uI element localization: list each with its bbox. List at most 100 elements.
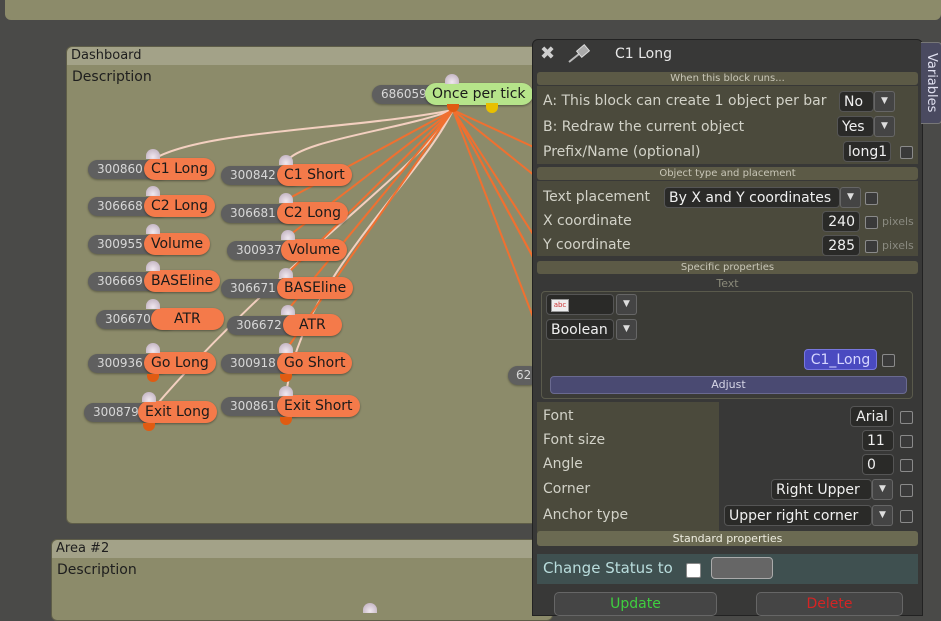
specific-properties-header: Specific properties bbox=[537, 261, 918, 274]
option-a-select[interactable]: No bbox=[839, 91, 874, 112]
font-input[interactable]: Arial bbox=[850, 406, 894, 427]
angle-checkbox[interactable] bbox=[900, 459, 913, 472]
block-name: Exit Short bbox=[277, 395, 360, 417]
when-runs-header: When this block runs... bbox=[537, 72, 918, 85]
x-coordinate-label: X coordinate bbox=[543, 213, 632, 229]
block-baseline-left[interactable]: 306669 BASEline bbox=[88, 270, 228, 292]
object-type-header: Object type and placement bbox=[537, 167, 918, 180]
block-name: C2 Long bbox=[144, 195, 216, 217]
block-c2-long-left[interactable]: 306668 C2 Long bbox=[88, 195, 228, 217]
anchor-select[interactable]: Upper right corner bbox=[724, 505, 872, 526]
y-coordinate-label: Y coordinate bbox=[543, 237, 631, 253]
angle-input[interactable]: 0 bbox=[862, 454, 894, 475]
anchor-checkbox[interactable] bbox=[900, 510, 913, 523]
block-c1-long-left[interactable]: 300860 C1 Long bbox=[88, 158, 228, 180]
panel-titlebar[interactable]: ✖ C1 Long bbox=[533, 40, 922, 66]
block-volume-right[interactable]: 300937 Volume bbox=[227, 239, 367, 261]
update-button[interactable]: Update bbox=[554, 592, 717, 616]
y-coordinate-row: Y coordinate 285 pixels bbox=[537, 234, 918, 258]
y-coordinate-unit: pixels bbox=[882, 239, 914, 252]
input-knob bbox=[279, 386, 293, 396]
corner-label: Corner bbox=[543, 481, 591, 497]
corner-select[interactable]: Right Upper bbox=[771, 479, 872, 500]
y-coordinate-input[interactable]: 285 bbox=[822, 235, 860, 256]
x-coordinate-unit: pixels bbox=[882, 215, 914, 228]
input-knob bbox=[279, 343, 293, 353]
variable-chip[interactable]: C1_Long bbox=[804, 349, 877, 370]
block-c1-short-right[interactable]: 300842 C1 Short bbox=[221, 164, 361, 186]
change-status-checkbox[interactable] bbox=[686, 563, 701, 578]
status-color-input[interactable] bbox=[711, 557, 773, 579]
chevron-down-icon[interactable]: ▼ bbox=[616, 294, 637, 315]
area-2-title: Area #2 bbox=[52, 540, 552, 558]
boolean-type-select[interactable]: Boolean bbox=[546, 319, 614, 340]
text-placement-select[interactable]: By X and Y coordinates bbox=[664, 187, 840, 208]
y-coordinate-checkbox[interactable] bbox=[865, 240, 878, 253]
value-type-select[interactable]: abcValue bbox=[546, 294, 614, 334]
pin-icon[interactable] bbox=[567, 44, 593, 64]
block-atr-right[interactable]: 306672 ATR bbox=[227, 314, 357, 336]
input-knob bbox=[445, 74, 459, 84]
option-b-select[interactable]: Yes bbox=[837, 116, 874, 137]
prefix-input[interactable]: long1 bbox=[843, 141, 891, 162]
input-knob bbox=[146, 186, 160, 196]
block-name: Volume bbox=[144, 233, 211, 255]
input-knob bbox=[146, 261, 160, 271]
block-name: Go Short bbox=[277, 352, 353, 374]
block-name: BASEline bbox=[277, 277, 354, 299]
text-placement-label: Text placement bbox=[543, 189, 651, 205]
block-exit-long-left[interactable]: 300879 Exit Long bbox=[84, 401, 224, 423]
input-knob bbox=[281, 230, 295, 240]
block-name: C1 Long bbox=[144, 158, 216, 180]
properties-panel: ✖ C1 Long When this block runs... A: Thi… bbox=[532, 39, 923, 616]
font-size-checkbox[interactable] bbox=[900, 435, 913, 448]
chevron-down-icon[interactable]: ▼ bbox=[874, 116, 895, 137]
area-2: Area #2 Description bbox=[51, 539, 553, 621]
variable-checkbox[interactable] bbox=[882, 354, 895, 367]
block-name: Once per tick bbox=[425, 83, 533, 105]
chevron-down-icon[interactable]: ▼ bbox=[840, 187, 861, 208]
prefix-checkbox[interactable] bbox=[900, 146, 913, 159]
corner-row: Corner Right Upper ▼ bbox=[537, 478, 918, 502]
chevron-down-icon[interactable]: ▼ bbox=[872, 479, 893, 500]
block-exit-short-right[interactable]: 300861 Exit Short bbox=[221, 395, 361, 417]
x-coordinate-checkbox[interactable] bbox=[865, 216, 878, 229]
chevron-down-icon[interactable]: ▼ bbox=[872, 505, 893, 526]
block-name: Go Long bbox=[144, 352, 216, 374]
chevron-down-icon[interactable]: ▼ bbox=[616, 319, 637, 340]
block-baseline-right[interactable]: 306671 BASEline bbox=[221, 277, 361, 299]
input-knob bbox=[281, 305, 295, 315]
block-c2-long-right[interactable]: 306681 C2 Long bbox=[221, 202, 361, 224]
text-sub-header: Text bbox=[716, 277, 739, 290]
anchor-row: Anchor type Upper right corner ▼ bbox=[537, 504, 918, 528]
block-name: BASEline bbox=[144, 270, 221, 292]
block-volume-left[interactable]: 300955 Volume bbox=[88, 233, 228, 255]
block-go-long-left[interactable]: 300936 Go Long bbox=[88, 352, 228, 374]
close-icon[interactable]: ✖ bbox=[540, 40, 555, 68]
prefix-label: Prefix/Name (optional) bbox=[543, 144, 701, 160]
x-coordinate-input[interactable]: 240 bbox=[822, 211, 860, 232]
block-go-short-right[interactable]: 300918 Go Short bbox=[221, 352, 361, 374]
variables-tab[interactable]: Variables bbox=[921, 42, 941, 124]
block-name: C1 Short bbox=[277, 164, 352, 186]
adjust-button[interactable]: Adjust bbox=[550, 376, 907, 394]
delete-button[interactable]: Delete bbox=[756, 592, 903, 616]
font-size-input[interactable]: 11 bbox=[862, 430, 894, 451]
standard-properties-header: Standard properties bbox=[537, 531, 918, 546]
block-name: Exit Long bbox=[138, 401, 217, 423]
input-knob bbox=[146, 224, 160, 234]
input-knob bbox=[146, 343, 160, 353]
corner-checkbox[interactable] bbox=[900, 484, 913, 497]
input-knob bbox=[142, 392, 156, 402]
area-2-description: Description bbox=[57, 562, 137, 578]
block-name: Volume bbox=[281, 239, 348, 261]
text-placement-checkbox[interactable] bbox=[865, 192, 878, 205]
block-atr-left[interactable]: 306670 ATR bbox=[96, 308, 226, 330]
input-knob bbox=[146, 149, 160, 159]
root-block[interactable]: 686059 Once per tick bbox=[372, 83, 533, 105]
chevron-down-icon[interactable]: ▼ bbox=[874, 91, 895, 112]
panel-title: C1 Long bbox=[615, 46, 673, 62]
font-checkbox[interactable] bbox=[900, 411, 913, 424]
input-knob bbox=[279, 193, 293, 203]
anchor-label: Anchor type bbox=[543, 507, 629, 523]
